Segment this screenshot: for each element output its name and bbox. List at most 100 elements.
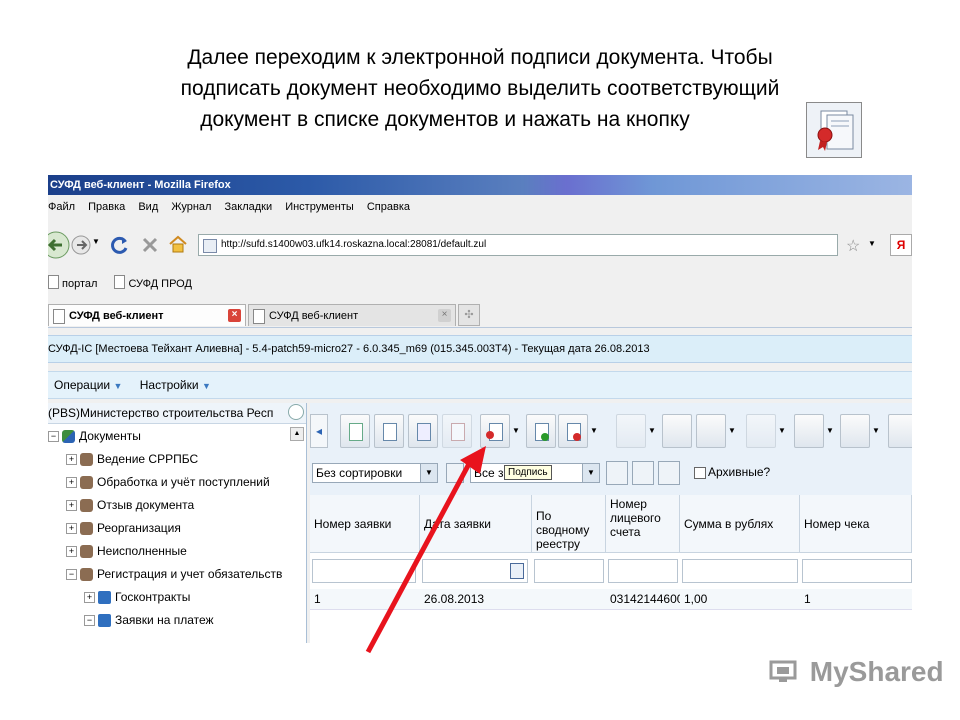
archive-checkbox[interactable] — [694, 467, 706, 479]
lock-button[interactable] — [794, 414, 824, 448]
copy-button[interactable] — [408, 414, 438, 448]
tree-item[interactable]: + Госконтракты — [84, 587, 190, 607]
menu-file[interactable]: Файл — [48, 201, 75, 213]
archive-label: Архивные? — [708, 465, 771, 479]
navigation-tree: (PBS)Министерство строительства Респ ▲ −… — [48, 403, 307, 643]
filter-clear-button[interactable] — [632, 461, 654, 485]
print-dropdown[interactable]: ▼ — [871, 414, 881, 448]
forward-icon[interactable] — [70, 234, 92, 256]
expand-icon[interactable]: + — [66, 523, 77, 535]
tree-scroll-up[interactable]: ▲ — [290, 427, 304, 441]
remove-sign-button[interactable] — [558, 414, 588, 448]
url-input[interactable]: http://sufd.s1400w03.ufk14.roskazna.loca… — [198, 234, 838, 256]
column-header[interactable]: Номер чека — [800, 495, 912, 553]
tree-item[interactable]: + Отзыв документа — [66, 495, 194, 515]
menu-bookmarks[interactable]: Закладки — [225, 201, 273, 213]
column-header[interactable]: Сумма в рублях — [680, 495, 800, 553]
filter-button[interactable] — [606, 461, 628, 485]
menu-settings-label: Настройки — [139, 378, 199, 392]
chevron-down-icon: ▼ — [113, 381, 123, 391]
tree-root[interactable]: (PBS)Министерство строительства Респ — [48, 403, 306, 424]
sign-button[interactable] — [480, 414, 510, 448]
bookmark-sufd-prod[interactable]: СУФД ПРОД — [114, 275, 192, 290]
filter-input-check[interactable] — [802, 559, 912, 583]
export-button[interactable] — [616, 414, 646, 448]
menu-help[interactable]: Справка — [367, 201, 410, 213]
export-dropdown[interactable]: ▼ — [647, 414, 657, 448]
menu-history[interactable]: Журнал — [171, 201, 211, 213]
lock-dropdown[interactable]: ▼ — [825, 414, 835, 448]
tree-item[interactable]: + Ведение СРРПБС — [66, 449, 198, 469]
print-button[interactable] — [840, 414, 870, 448]
tree-item[interactable]: + Обработка и учёт поступлений — [66, 472, 270, 492]
tree-item[interactable]: − Документы — [48, 426, 141, 446]
delete-button[interactable] — [442, 414, 472, 448]
send-button[interactable] — [696, 414, 726, 448]
back-icon[interactable] — [48, 230, 72, 260]
filter-input-account[interactable] — [608, 559, 678, 583]
tree-item[interactable]: + Реорганизация — [66, 518, 181, 538]
filter-apply-button[interactable] — [658, 461, 680, 485]
remove-sign-dropdown[interactable]: ▼ — [589, 414, 599, 448]
expand-icon[interactable]: + — [66, 546, 77, 558]
book-icon — [98, 614, 111, 628]
stop-icon[interactable] — [140, 235, 160, 255]
menu-tools[interactable]: Инструменты — [285, 201, 354, 213]
menu-settings[interactable]: Настройки ▼ — [140, 378, 211, 392]
tools-button[interactable] — [662, 414, 692, 448]
new-tab-button[interactable]: ✣ — [458, 304, 480, 326]
search-engine-icon[interactable]: Я — [890, 234, 912, 256]
close-icon[interactable]: × — [228, 309, 241, 322]
expand-icon[interactable]: + — [66, 500, 77, 512]
search-icon[interactable] — [288, 404, 304, 420]
column-header[interactable]: По сводному реестру — [532, 495, 606, 553]
verify-sign-button[interactable] — [526, 414, 556, 448]
more-button[interactable] — [888, 414, 912, 448]
back-doc-button[interactable] — [746, 414, 776, 448]
bookmark-portal[interactable]: портал — [48, 275, 97, 290]
edit-icon — [349, 423, 363, 441]
collapse-icon[interactable]: − — [66, 569, 77, 581]
filter-input-date[interactable] — [422, 559, 528, 583]
tree-item[interactable]: − Заявки на платеж — [84, 610, 214, 630]
column-header[interactable]: Номер заявки — [310, 495, 420, 553]
reload-icon[interactable] — [110, 235, 130, 255]
filter-input-registry[interactable] — [534, 559, 604, 583]
sign-dropdown[interactable]: ▼ — [511, 414, 521, 448]
sign-tooltip: Подпись — [504, 465, 552, 480]
expand-icon[interactable]: + — [66, 477, 77, 489]
table-cell: 1,00 — [684, 592, 708, 606]
edit-button[interactable] — [340, 414, 370, 448]
home-icon[interactable] — [168, 234, 188, 254]
url-dropdown-icon[interactable]: ▼ — [868, 239, 876, 248]
history-dropdown-icon[interactable]: ▼ — [92, 237, 100, 246]
watermark: MyShared — [768, 656, 944, 688]
sort-select[interactable]: Без сортировки ▼ — [312, 463, 438, 483]
view-button[interactable] — [374, 414, 404, 448]
table-row[interactable]: 1 26.08.2013 03142144600 1,00 1 — [310, 589, 912, 610]
close-icon[interactable]: × — [438, 309, 451, 322]
back-doc-dropdown[interactable]: ▼ — [777, 414, 787, 448]
collapse-icon[interactable]: − — [84, 615, 95, 627]
bookmark-star-icon[interactable]: ☆ — [846, 236, 860, 256]
send-dropdown[interactable]: ▼ — [727, 414, 737, 448]
tab-active[interactable]: СУФД веб-клиент × — [48, 304, 246, 326]
filter-input-number[interactable] — [312, 559, 416, 583]
document-toolbar: ◂ ▼ ▼ ▼ ▼ ▼ ▼ ▼ — [310, 409, 912, 453]
collapse-tree-button[interactable]: ◂ — [310, 414, 328, 448]
column-header[interactable]: Дата заявки — [420, 495, 532, 553]
tree-item[interactable]: + Неисполненные — [66, 541, 187, 561]
sort-order-button[interactable] — [446, 463, 464, 483]
menu-operations[interactable]: Операции ▼ — [54, 378, 122, 392]
column-header[interactable]: Номер лицевого счета — [606, 495, 680, 553]
menu-view[interactable]: Вид — [138, 201, 158, 213]
collapse-icon[interactable]: − — [48, 431, 59, 443]
filter-input-sum[interactable] — [682, 559, 798, 583]
tree-item[interactable]: − Регистрация и учет обязательств — [66, 564, 282, 584]
bookmark-sufd-prod-label: СУФД ПРОД — [128, 278, 192, 290]
menu-edit[interactable]: Правка — [88, 201, 125, 213]
expand-icon[interactable]: + — [66, 454, 77, 466]
calendar-icon[interactable] — [510, 563, 524, 579]
expand-icon[interactable]: + — [84, 592, 95, 604]
tab-inactive[interactable]: СУФД веб-клиент × — [248, 304, 456, 326]
